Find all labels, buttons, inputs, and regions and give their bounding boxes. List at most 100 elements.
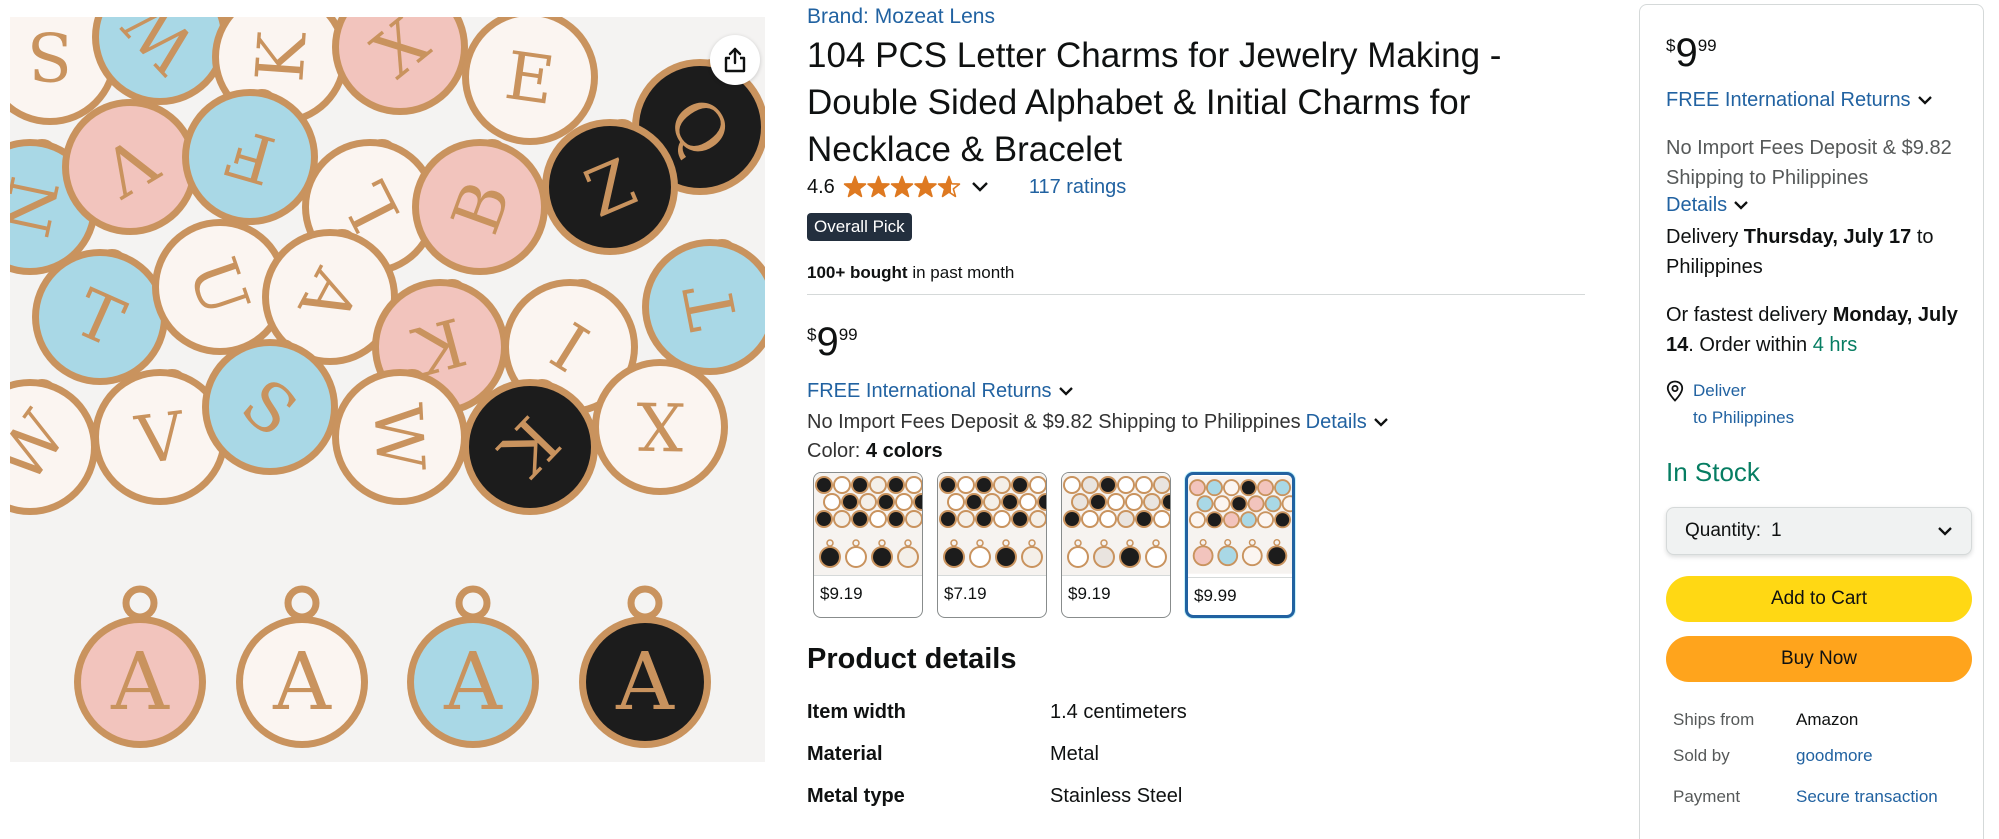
chevron-down-icon[interactable] xyxy=(1058,386,1074,397)
overall-pick-badge: Overall Pick xyxy=(807,213,912,241)
divider xyxy=(807,294,1585,295)
charm: X xyxy=(592,359,728,495)
buy-now-button[interactable]: Buy Now xyxy=(1666,636,1972,682)
charm: K xyxy=(462,379,598,515)
delivery-message: Delivery Thursday, July 17 to Philippine… xyxy=(1666,222,1971,282)
star-icon xyxy=(937,175,961,198)
product-title: 104 PCS Letter Charms for Jewelry Making… xyxy=(807,36,1502,169)
import-details-link[interactable]: Details xyxy=(1306,411,1367,434)
color-value: 4 colors xyxy=(865,440,943,462)
charm: B xyxy=(412,139,548,275)
swatch-thumbnail xyxy=(1062,473,1170,576)
detail-row: Metal type Stainless Steel xyxy=(807,785,1182,808)
swatch-price: $9.19 xyxy=(820,584,863,603)
charm: W xyxy=(10,379,98,515)
star-icon xyxy=(867,175,890,198)
import-fees-text: No Import Fees Deposit & $9.82 Shipping … xyxy=(1666,137,1952,189)
charm: F xyxy=(182,89,318,225)
chevron-down-icon[interactable] xyxy=(1373,417,1389,428)
svg-text:A: A xyxy=(443,635,503,728)
details-row[interactable]: Details xyxy=(1666,194,1749,217)
fastest-middle: . Order within xyxy=(1688,334,1813,356)
fastest-delivery-message: Or fastest delivery Monday, July 14. Ord… xyxy=(1666,300,1971,360)
charm: W xyxy=(92,17,228,105)
rating-row: 4.6 117 ratings xyxy=(807,175,1126,199)
swatch-thumbnail xyxy=(814,473,922,576)
free-returns-link[interactable]: FREE International Returns xyxy=(807,380,1052,403)
price-fraction: 99 xyxy=(1697,36,1717,55)
deliver-to-line2[interactable]: to Philippines xyxy=(1693,404,1794,431)
color-swatches: $9.19 $7.19 $9.19 $9.99 xyxy=(813,472,1295,618)
details-link[interactable]: Details xyxy=(1666,194,1727,217)
color-swatch[interactable]: $9.19 xyxy=(1061,472,1171,618)
charm: X xyxy=(332,17,468,115)
import-fees-row: No Import Fees Deposit & $9.82 Shipping … xyxy=(807,411,1389,434)
color-swatch[interactable]: $7.19 xyxy=(937,472,1047,618)
quantity-select[interactable]: Quantity: 1 xyxy=(1666,507,1972,555)
detail-value: Metal xyxy=(1050,743,1099,765)
chevron-down-icon xyxy=(1937,526,1953,537)
charm: W xyxy=(332,369,468,505)
charm: V xyxy=(62,99,198,235)
buy-box-price: $ 9 99 xyxy=(1666,31,1717,75)
location-pin-icon xyxy=(1666,380,1684,402)
detail-key: Material xyxy=(807,743,883,765)
deliver-to-link[interactable]: Deliver to Philippines xyxy=(1666,377,1794,431)
delivery-prefix: Delivery xyxy=(1666,226,1744,248)
deliver-to-line1[interactable]: Deliver xyxy=(1693,377,1794,404)
price-whole: 9 xyxy=(1675,31,1698,75)
star-icon xyxy=(890,175,914,198)
product-image[interactable]: SWKXEQNVFLBZTUAKITWVSWKXAAAA xyxy=(10,17,765,762)
returns-row[interactable]: FREE International Returns xyxy=(807,380,1074,403)
info-row: Ships from Amazon xyxy=(1673,710,1858,730)
share-button[interactable] xyxy=(710,35,760,85)
price-whole: 9 xyxy=(816,320,839,364)
stock-status: In Stock xyxy=(1666,457,1760,487)
info-row: Sold by goodmore xyxy=(1673,746,1873,766)
charm: E xyxy=(462,17,598,145)
color-swatch[interactable]: $9.19 xyxy=(813,472,923,618)
price: $ 9 99 xyxy=(807,320,858,364)
import-fees-text: No Import Fees Deposit & $9.82 Shipping … xyxy=(807,411,1301,433)
bought-count-text: in past month xyxy=(907,263,1015,282)
svg-text:A: A xyxy=(272,635,332,728)
star-icon xyxy=(843,175,867,198)
svg-text:X: X xyxy=(636,387,684,465)
bought-count: 100+ bought in past month xyxy=(807,263,1014,283)
svg-text:A: A xyxy=(615,635,675,728)
chevron-down-icon[interactable] xyxy=(1733,200,1749,211)
color-label: Color: 4 colors xyxy=(807,440,943,463)
share-icon xyxy=(724,47,746,73)
swatch-price: $9.19 xyxy=(1068,584,1111,603)
color-swatch-selected[interactable]: $9.99 xyxy=(1185,472,1295,618)
order-countdown: 4 hrs xyxy=(1812,334,1858,356)
svg-text:S: S xyxy=(27,17,72,94)
product-details-heading: Product details xyxy=(807,643,1017,675)
star-icon xyxy=(914,175,937,198)
ratings-link[interactable]: 117 ratings xyxy=(1029,176,1126,199)
secure-transaction-link[interactable]: Secure transaction xyxy=(1796,787,1938,807)
swatch-price: $9.99 xyxy=(1194,586,1237,605)
color-label-text: Color: xyxy=(807,440,866,462)
chevron-down-icon[interactable] xyxy=(971,181,989,193)
add-to-cart-button[interactable]: Add to Cart xyxy=(1666,576,1972,622)
product-photo: S W K X EQN V FL B ZT U AK I TW V S W K XA A A A xyxy=(10,17,765,762)
brand-link[interactable]: Brand: Mozeat Lens xyxy=(807,5,995,29)
returns-row[interactable]: FREE International Returns xyxy=(1666,89,1933,112)
free-returns-link[interactable]: FREE International Returns xyxy=(1666,89,1911,112)
seller-link[interactable]: goodmore xyxy=(1796,746,1873,766)
fastest-prefix: Or fastest delivery xyxy=(1666,304,1833,326)
swatch-thumbnail xyxy=(1188,475,1292,578)
svg-text:K: K xyxy=(241,28,321,84)
buy-box: $ 9 99 FREE International Returns No Imp… xyxy=(1639,4,1984,839)
star-rating[interactable] xyxy=(843,175,961,199)
detail-row: Material Metal xyxy=(807,743,1099,766)
charm: T xyxy=(32,249,168,385)
info-key: Payment xyxy=(1673,787,1741,806)
info-key: Ships from xyxy=(1673,710,1755,729)
info-key: Sold by xyxy=(1673,746,1730,765)
detail-row: Item width 1.4 centimeters xyxy=(807,701,1187,724)
chevron-down-icon[interactable] xyxy=(1917,95,1933,106)
price-symbol: $ xyxy=(807,325,817,344)
delivery-date: Thursday, July 17 xyxy=(1743,226,1912,248)
